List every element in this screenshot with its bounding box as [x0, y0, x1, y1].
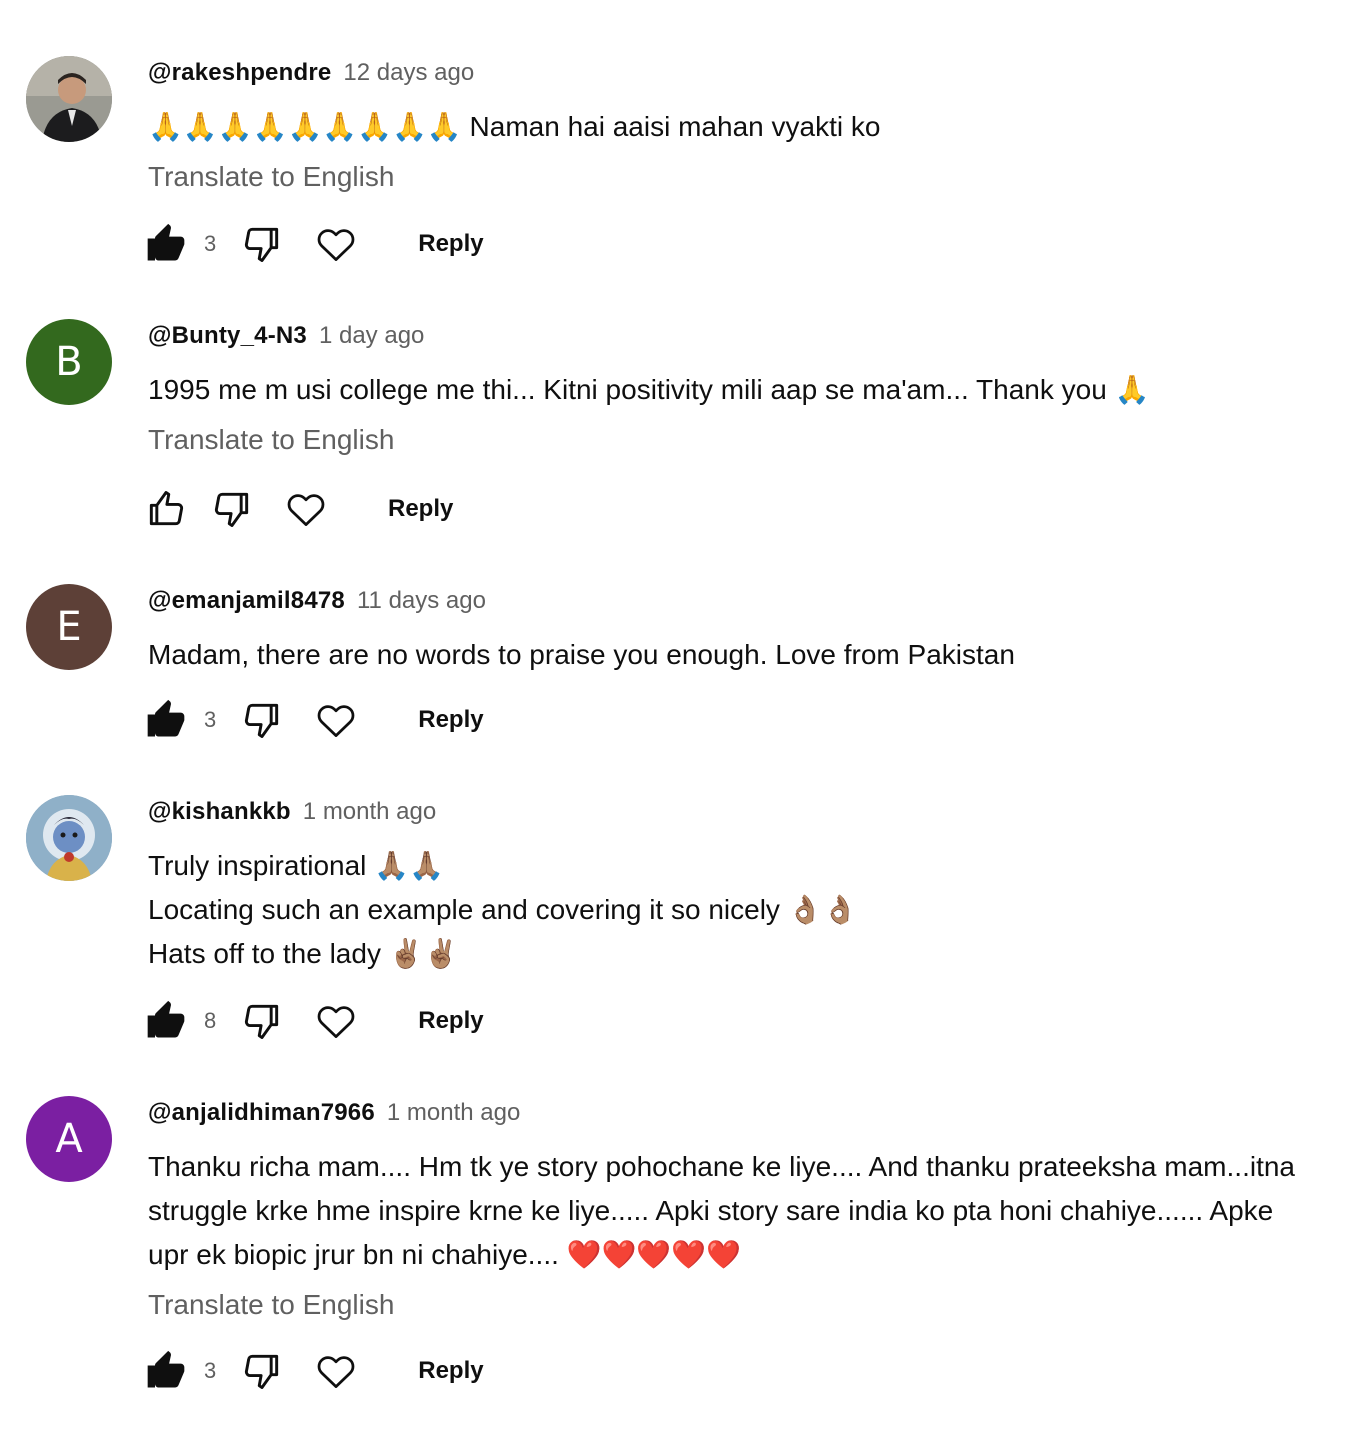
thumbs-down-icon — [245, 227, 279, 262]
avatar[interactable]: E — [26, 584, 112, 670]
thumbs-up-filled-icon — [147, 1350, 185, 1388]
heart-icon — [317, 1356, 355, 1388]
avatar-letter: A — [55, 1116, 83, 1162]
avatar[interactable]: B — [26, 319, 112, 405]
like-button[interactable] — [144, 1349, 188, 1393]
author-name[interactable]: @rakeshpendre — [148, 59, 331, 87]
author-name[interactable]: @kishankkb — [148, 798, 291, 826]
thumbs-down-icon — [245, 1004, 279, 1039]
thumbs-up-filled-icon — [147, 1000, 185, 1038]
translate-link[interactable]: Translate to English — [148, 1285, 394, 1325]
comment-meta: @rakeshpendre 12 days ago — [148, 56, 1318, 90]
heart-icon — [287, 494, 325, 526]
like-button[interactable] — [144, 487, 188, 531]
like-button[interactable] — [144, 222, 188, 266]
dislike-button[interactable] — [240, 222, 284, 266]
person-photo-icon — [26, 56, 112, 142]
dislike-button[interactable] — [240, 698, 284, 742]
translate-link[interactable]: Translate to English — [148, 157, 394, 197]
author-name[interactable]: @anjalidhiman7966 — [148, 1099, 375, 1127]
heart-icon — [317, 705, 355, 737]
comment-text: 1995 me m usi college me thi... Kitni po… — [148, 374, 1150, 405]
heart-button[interactable] — [314, 698, 358, 742]
avatar-letter: E — [56, 604, 82, 650]
translate-link[interactable]: Translate to English — [148, 420, 394, 460]
comment-body: @Bunty_4-N3 1 day ago 1995 me m usi coll… — [148, 319, 1318, 460]
reply-button[interactable]: Reply — [418, 230, 483, 258]
thumbs-down-icon — [245, 703, 279, 738]
like-count: 3 — [204, 231, 217, 256]
author-name[interactable]: @Bunty_4-N3 — [148, 322, 307, 350]
heart-button[interactable] — [314, 222, 358, 266]
heart-button[interactable] — [314, 1349, 358, 1393]
comment-meta: @emanjamil8478 11 days ago — [148, 584, 1318, 618]
reply-button[interactable]: Reply — [388, 495, 453, 523]
comment-actions: 3 Reply — [144, 696, 484, 744]
comment-meta: @kishankkb 1 month ago — [148, 795, 1318, 829]
like-count: 3 — [204, 1358, 217, 1383]
reply-button[interactable]: Reply — [418, 1357, 483, 1385]
heart-icon — [317, 229, 355, 261]
avatar[interactable] — [26, 56, 112, 142]
krishna-photo-icon — [26, 795, 112, 881]
comment-time[interactable]: 12 days ago — [343, 59, 474, 87]
comment-text: 🙏🙏🙏🙏🙏🙏🙏🙏🙏 Naman hai aaisi mahan vyakti k… — [148, 111, 881, 142]
comment-text: Madam, there are no words to praise you … — [148, 639, 1015, 670]
reply-button[interactable]: Reply — [418, 1007, 483, 1035]
comment-body: @anjalidhiman7966 1 month ago Thanku ric… — [148, 1096, 1318, 1325]
heart-button[interactable] — [314, 999, 358, 1043]
thumbs-up-filled-icon — [147, 699, 185, 737]
thumbs-up-filled-icon — [147, 223, 185, 261]
comment-body: @kishankkb 1 month ago Truly inspiration… — [148, 795, 1318, 976]
thumbs-up-icon — [149, 491, 184, 526]
avatar[interactable] — [26, 795, 112, 881]
comment-text: Truly inspirational 🙏🏽🙏🏽 Locating such a… — [148, 850, 858, 969]
avatar[interactable]: A — [26, 1096, 112, 1182]
comment-body: @rakeshpendre 12 days ago 🙏🙏🙏🙏🙏🙏🙏🙏🙏 Nama… — [148, 56, 1318, 197]
heart-icon — [317, 1006, 355, 1038]
like-button[interactable] — [144, 999, 188, 1043]
comment-meta: @anjalidhiman7966 1 month ago — [148, 1096, 1318, 1130]
comments-list: @rakeshpendre 12 days ago 🙏🙏🙏🙏🙏🙏🙏🙏🙏 Nama… — [0, 0, 1358, 1439]
like-count: 3 — [204, 707, 217, 732]
comment-meta: @Bunty_4-N3 1 day ago — [148, 319, 1318, 353]
comment-time[interactable]: 11 days ago — [357, 587, 486, 615]
comment-time[interactable]: 1 month ago — [387, 1099, 520, 1127]
like-count: 8 — [204, 1008, 217, 1033]
comment-time[interactable]: 1 month ago — [303, 798, 436, 826]
reply-button[interactable]: Reply — [418, 706, 483, 734]
comment-time[interactable]: 1 day ago — [319, 322, 424, 350]
dislike-button[interactable] — [210, 487, 254, 531]
comment-body: @emanjamil8478 11 days ago Madam, there … — [148, 584, 1318, 677]
dislike-button[interactable] — [240, 1349, 284, 1393]
avatar-letter: B — [55, 339, 83, 385]
comment-actions: Reply — [144, 485, 453, 533]
comment-actions: 3 Reply — [144, 220, 484, 268]
author-name[interactable]: @emanjamil8478 — [148, 587, 345, 615]
dislike-button[interactable] — [240, 999, 284, 1043]
comment-actions: 3 Reply — [144, 1347, 484, 1395]
comment-text: Thanku richa mam.... Hm tk ye story poho… — [148, 1151, 1295, 1270]
thumbs-down-icon — [245, 1354, 279, 1389]
heart-button[interactable] — [284, 487, 328, 531]
thumbs-down-icon — [214, 492, 249, 527]
comment-actions: 8 Reply — [144, 997, 484, 1045]
like-button[interactable] — [144, 698, 188, 742]
